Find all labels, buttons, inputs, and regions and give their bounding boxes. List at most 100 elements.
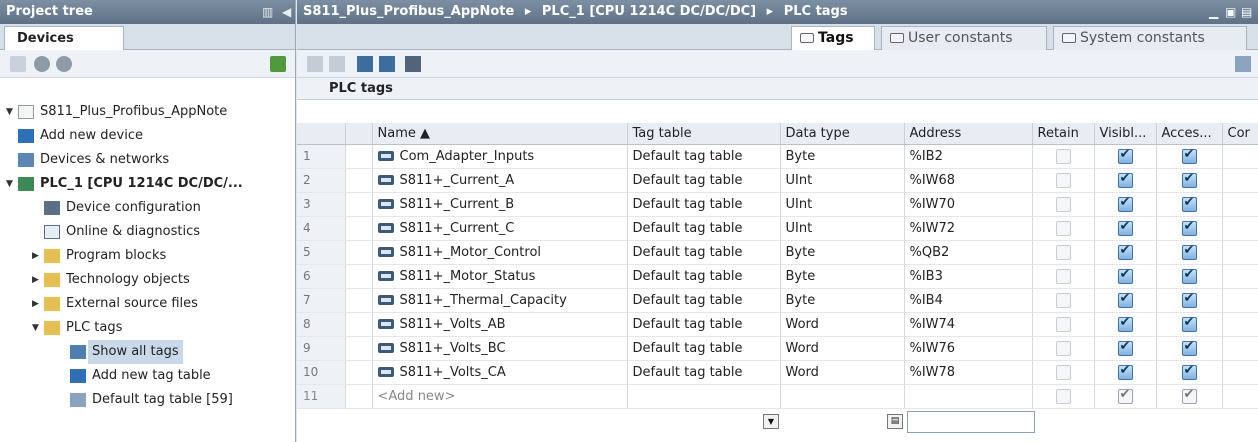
minimize-icon[interactable]: ▁ (1209, 0, 1218, 24)
data-type-cell[interactable]: Word (780, 336, 905, 361)
breadcrumb-plc[interactable]: PLC_1 [CPU 1214C DC/DC/DC] (542, 4, 756, 19)
float-window-icon[interactable]: ▣ (1225, 0, 1236, 24)
expand-toggle-icon[interactable]: ▶ (32, 244, 42, 268)
tree-item-default-tag-table[interactable]: Default tag table [59] (0, 388, 295, 412)
retain-checkbox[interactable] (1055, 148, 1071, 164)
visible-checkbox[interactable] (1117, 171, 1133, 188)
visible-checkbox[interactable] (1117, 219, 1133, 236)
tag-table-cell[interactable]: Default tag table (627, 240, 781, 265)
tag-name-cell[interactable]: S811+_Volts_BC (372, 336, 628, 361)
row-index[interactable]: 6 (297, 264, 346, 289)
table-row[interactable]: 3 S811+_Current_B Default tag table UInt %IW… (297, 192, 1258, 217)
tab-user-constants[interactable]: User constants (881, 26, 1047, 50)
visible-checkbox[interactable] (1117, 339, 1133, 356)
expand-toggle-icon[interactable]: ▶ (32, 268, 42, 292)
address-cell[interactable]: %IW78 (904, 360, 1033, 385)
table-row[interactable]: 2 S811+_Current_A Default tag table UInt %IW… (297, 168, 1258, 193)
data-type-cell[interactable]: Byte (780, 240, 905, 265)
row-index[interactable]: 3 (297, 192, 346, 217)
comment-cell[interactable] (1222, 144, 1258, 169)
accessible-checkbox[interactable] (1181, 315, 1197, 332)
address-cell[interactable] (904, 384, 1033, 409)
table-row[interactable]: 8 S811+_Volts_AB Default tag table Word %IW7… (297, 312, 1258, 337)
address-cell[interactable]: %IB4 (904, 288, 1033, 313)
address-cell[interactable]: %IW76 (904, 336, 1033, 361)
tag-name-cell[interactable]: S811+_Current_A (372, 168, 628, 193)
visible-checkbox[interactable] (1117, 267, 1133, 284)
tag-name-cell[interactable]: Com_Adapter_Inputs (372, 144, 628, 169)
retain-checkbox[interactable] (1055, 268, 1071, 284)
header-data-type[interactable]: Data type (780, 123, 905, 145)
retain-checkbox[interactable] (1055, 196, 1071, 212)
comment-cell[interactable] (1222, 360, 1258, 385)
accessible-checkbox[interactable] (1181, 267, 1197, 284)
tag-name-cell[interactable]: S811+_Volts_CA (372, 360, 628, 385)
header-address[interactable]: Address (904, 123, 1033, 145)
forward-icon[interactable] (56, 56, 72, 72)
comment-cell[interactable] (1222, 240, 1258, 265)
tag-table-cell[interactable]: Default tag table (627, 168, 781, 193)
comment-cell[interactable] (1222, 384, 1258, 409)
accessible-checkbox[interactable] (1181, 195, 1197, 212)
header-comment[interactable]: Cor (1222, 123, 1258, 145)
row-index[interactable]: 1 (297, 144, 346, 169)
new-item-icon[interactable] (10, 56, 26, 72)
tree-item-plc-tags[interactable]: ▼ PLC tags (0, 316, 295, 340)
table-row[interactable]: 5 S811+_Motor_Control Default tag table Byt… (297, 240, 1258, 265)
address-cell[interactable]: %QB2 (904, 240, 1033, 265)
address-edit-field[interactable] (907, 411, 1035, 433)
header-name[interactable]: Name ▲ (372, 123, 628, 145)
tree-item-add-new-tag-table[interactable]: Add new tag table (0, 364, 295, 388)
retain-checkbox[interactable] (1055, 244, 1071, 260)
tag-name-cell[interactable]: S811+_Current_B (372, 192, 628, 217)
row-index[interactable]: 9 (297, 336, 346, 361)
tag-table-cell[interactable]: Default tag table (627, 144, 781, 169)
breadcrumb-project[interactable]: S811_Plus_Profibus_AppNote (303, 4, 514, 19)
delete-column-icon[interactable] (405, 56, 421, 72)
tree-item-online-diagnostics[interactable]: Online & diagnostics (0, 220, 295, 244)
accessible-checkbox[interactable] (1181, 291, 1197, 308)
accessible-checkbox[interactable] (1181, 363, 1197, 380)
expand-toggle-icon[interactable]: ▶ (32, 292, 42, 316)
tab-tags[interactable]: Tags (791, 26, 875, 51)
add-new-row[interactable]: 11 <Add new> (297, 384, 1258, 409)
data-type-cell[interactable]: Byte (780, 288, 905, 313)
accessible-checkbox[interactable] (1181, 243, 1197, 260)
table-row[interactable]: 1 Com_Adapter_Inputs Default tag table Byte… (297, 144, 1258, 169)
breadcrumb-plc-tags[interactable]: PLC tags (784, 4, 848, 19)
header-retain[interactable]: Retain (1032, 123, 1095, 145)
retain-checkbox[interactable] (1055, 292, 1071, 308)
tree-item-show-all-tags[interactable]: Show all tags (0, 340, 295, 364)
comment-cell[interactable] (1222, 336, 1258, 361)
address-cell[interactable]: %IB2 (904, 144, 1033, 169)
data-type-cell[interactable]: UInt (780, 216, 905, 241)
tree-item-technology-objects[interactable]: ▶ Technology objects (0, 268, 295, 292)
address-cell[interactable]: %IW70 (904, 192, 1033, 217)
tag-table-cell[interactable]: Default tag table (627, 336, 781, 361)
row-index[interactable]: 2 (297, 168, 346, 193)
table-row[interactable]: 10 S811+_Volts_CA Default tag table Word %IW… (297, 360, 1258, 385)
show-hide-columns-icon[interactable] (1235, 56, 1251, 72)
address-cell[interactable]: %IB3 (904, 264, 1033, 289)
tag-table-cell[interactable]: Default tag table (627, 288, 781, 313)
data-type-cell[interactable]: Word (780, 312, 905, 337)
add-row-icon[interactable] (329, 56, 345, 72)
address-picker-icon[interactable]: ▤ (887, 414, 903, 429)
comment-cell[interactable] (1222, 312, 1258, 337)
address-cell[interactable]: %IW72 (904, 216, 1033, 241)
row-index[interactable]: 7 (297, 288, 346, 313)
data-type-cell[interactable]: UInt (780, 192, 905, 217)
tree-item-plc1[interactable]: ▼ PLC_1 [CPU 1214C DC/DC/... (0, 172, 295, 196)
insert-row-icon[interactable] (307, 56, 323, 72)
retain-checkbox[interactable] (1055, 364, 1071, 380)
data-type-cell[interactable] (780, 384, 905, 409)
header-accessible[interactable]: Acces... (1156, 123, 1223, 145)
tag-name-cell[interactable]: S811+_Volts_AB (372, 312, 628, 337)
tree-item-program-blocks[interactable]: ▶ Program blocks (0, 244, 295, 268)
back-icon[interactable] (34, 56, 50, 72)
visible-checkbox[interactable] (1117, 243, 1133, 260)
table-row[interactable]: 4 S811+_Current_C Default tag table UInt %IW… (297, 216, 1258, 241)
tree-item-project[interactable]: ▼ S811_Plus_Profibus_AppNote (0, 100, 295, 124)
visible-checkbox[interactable] (1117, 147, 1133, 164)
tag-name-cell[interactable]: S811+_Thermal_Capacity (372, 288, 628, 313)
